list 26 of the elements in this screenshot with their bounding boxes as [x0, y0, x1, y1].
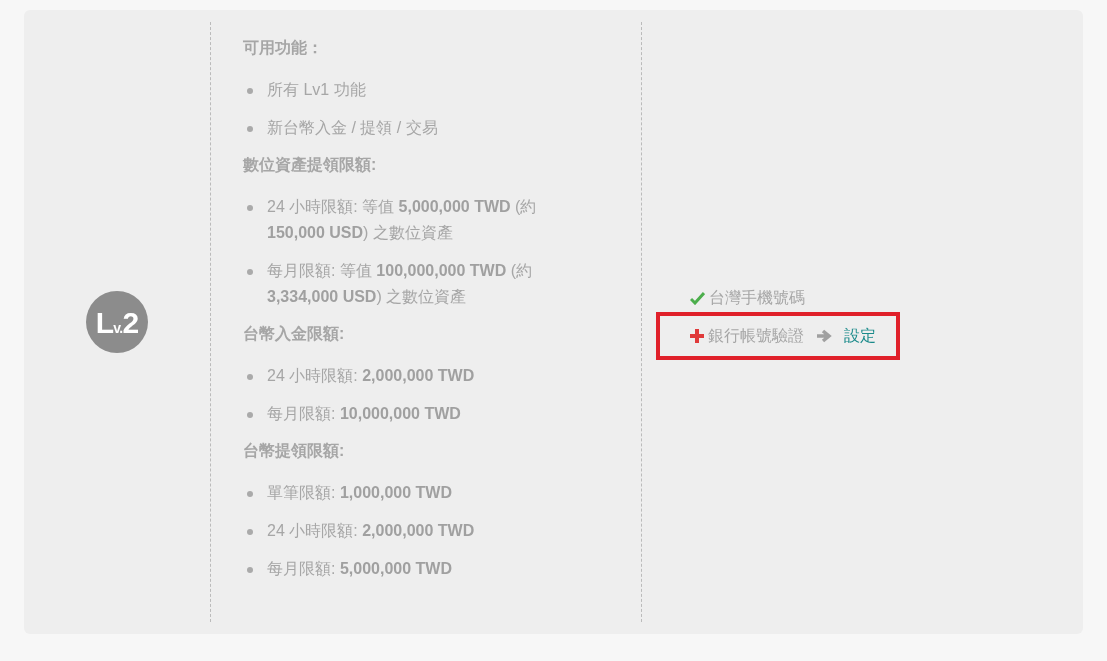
requirement-label: 銀行帳號驗證: [708, 326, 804, 346]
setup-link[interactable]: 設定: [844, 324, 876, 348]
section-heading: 台幣入金限額:: [243, 324, 345, 344]
limit-text: 24 小時限額: 2,000,000 TWD: [267, 521, 476, 541]
requirement-label: 台灣手機號碼: [709, 288, 805, 308]
bullet-icon: [247, 529, 253, 535]
limit-text: 單筆限額: 1,000,000 TWD: [267, 483, 453, 503]
limit-text: 24 小時限額: 等值 5,000,000 TWD (約 150,000 USD) 之數位資產: [267, 197, 538, 243]
bullet-icon: [247, 88, 253, 94]
bullet-icon: [247, 269, 253, 275]
limit-text: 24 小時限額: 2,000,000 TWD: [267, 366, 476, 386]
bullet-icon: [247, 491, 253, 497]
bullet-icon: [247, 412, 253, 418]
arrow-right-icon: [816, 329, 832, 343]
bullet-icon: [247, 374, 253, 380]
section-heading: 可用功能：: [243, 38, 323, 58]
limit-text: 所有 Lv1 功能: [267, 80, 367, 100]
limit-text: 每月限額: 5,000,000 TWD: [267, 559, 453, 579]
limit-text: 每月限額: 等值 100,000,000 TWD (約 3,334,000 USD) 之數位資產: [267, 261, 533, 307]
bullet-icon: [247, 567, 253, 573]
limit-text: 新台幣入金 / 提領 / 交易: [267, 118, 439, 138]
limit-text: 每月限額: 10,000,000 TWD: [267, 404, 462, 424]
section-heading: 台幣提領限額:: [243, 441, 345, 461]
bullet-icon: [247, 126, 253, 132]
section-heading: 數位資產提領限額:: [243, 155, 377, 175]
bullet-icon: [247, 205, 253, 211]
